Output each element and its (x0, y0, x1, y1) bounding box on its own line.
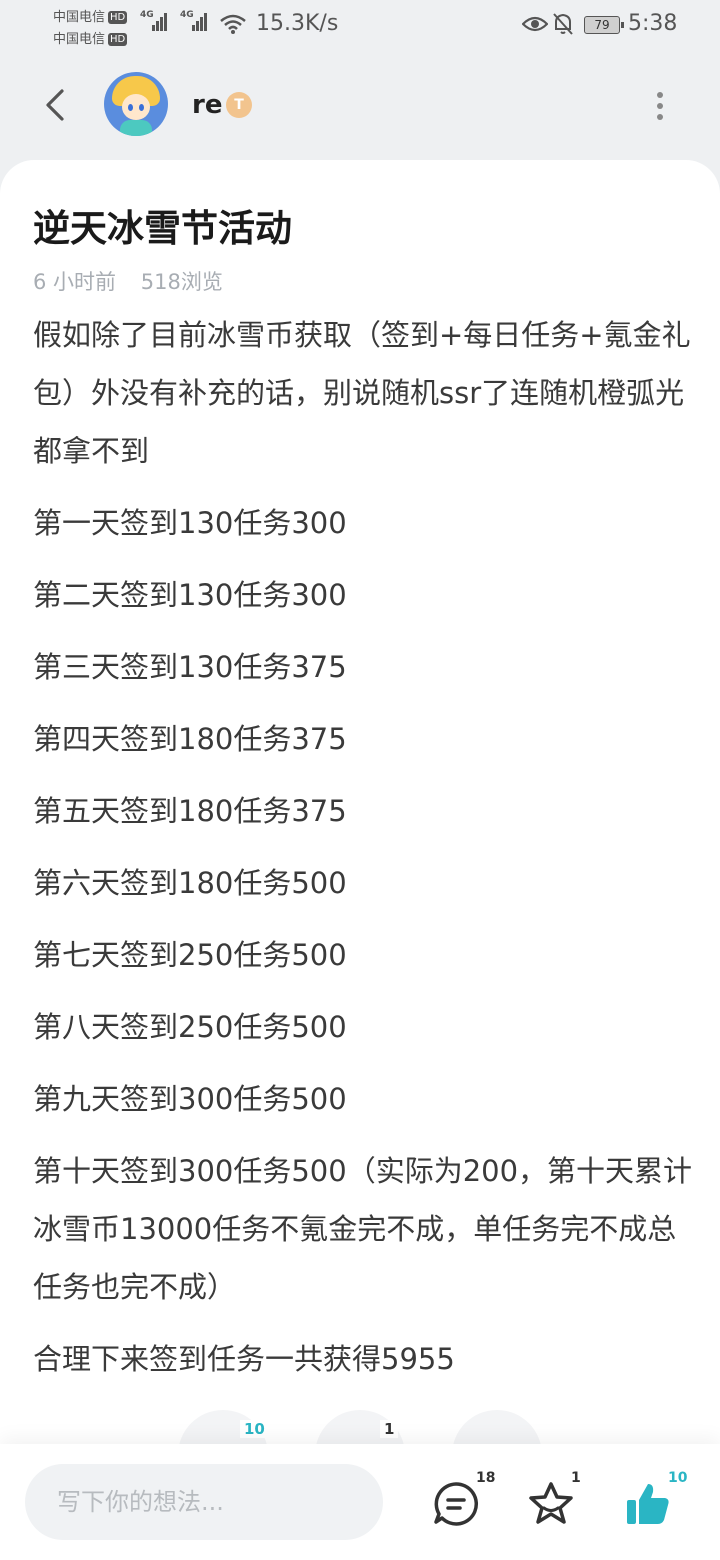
paragraph: 第一天签到130任务300 (33, 506, 347, 540)
username[interactable]: re (192, 90, 222, 120)
post-content: 假如除了目前冰雪币获取（签到+每日任务+氪金礼包）外没有补充的话，别说随机ssr… (33, 306, 693, 1402)
comment-input[interactable] (25, 1464, 383, 1540)
paragraph: 第四天签到180任务375 (33, 722, 347, 756)
favorite-star-icon[interactable] (527, 1480, 575, 1528)
paragraph: 第五天签到180任务375 (33, 794, 347, 828)
like-count: 10 (668, 1470, 688, 1486)
paragraph: 假如除了目前冰雪币获取（签到+每日任务+氪金礼包）外没有补充的话，别说随机ssr… (33, 318, 691, 468)
carrier-2: 中国电信 HD (53, 28, 128, 47)
wifi-icon (220, 14, 246, 34)
paragraph: 第六天签到180任务500 (33, 866, 347, 900)
carrier-1: 中国电信 HD (53, 6, 128, 25)
comment-icon[interactable] (432, 1480, 480, 1528)
paragraph: 第三天签到130任务375 (33, 650, 347, 684)
post-meta: 6 小时前 518浏览 (33, 266, 223, 296)
inline-favorite-count: 1 (380, 1420, 399, 1438)
carrier-2-label: 中国电信 (53, 32, 106, 47)
post-views: 518浏览 (140, 270, 223, 294)
paragraph: 第八天签到250任务500 (33, 1010, 347, 1044)
clock: 5:38 (628, 11, 678, 36)
user-level-badge: T (226, 92, 252, 118)
paragraph: 第九天签到300任务500 (33, 1082, 347, 1116)
post-card: 逆天冰雪节活动 6 小时前 518浏览 假如除了目前冰雪币获取（签到+每日任务+… (0, 160, 720, 1500)
network-speed: 15.3K/s (256, 11, 339, 36)
bottom-action-bar: 18 1 10 (0, 1444, 720, 1560)
post-time: 6 小时前 (33, 270, 117, 294)
back-arrow-icon[interactable] (40, 88, 70, 122)
paragraph: 第十天签到300任务500（实际为200，第十天累计冰雪币13000任务不氪金完… (33, 1154, 693, 1304)
battery-indicator: 79 (584, 16, 624, 34)
post-title: 逆天冰雪节活动 (33, 207, 292, 250)
status-bar: 中国电信 HD 中国电信 HD 4G 4G 15.3K/s 79 5:38 (0, 0, 720, 50)
post-header: re T (0, 60, 720, 150)
eye-icon (522, 16, 548, 32)
favorite-count: 1 (571, 1470, 581, 1486)
signal-icon-2 (192, 12, 208, 31)
comment-count: 18 (476, 1470, 496, 1486)
carrier-1-label: 中国电信 (53, 10, 106, 25)
mute-bell-icon (553, 13, 573, 35)
inline-like-count: 10 (240, 1420, 269, 1438)
more-options-icon[interactable] (652, 92, 668, 122)
thumbs-up-icon[interactable] (624, 1480, 672, 1528)
avatar[interactable] (104, 72, 168, 136)
paragraph: 第七天签到250任务500 (33, 938, 347, 972)
paragraph: 第二天签到130任务300 (33, 578, 347, 612)
signal-icon (152, 12, 168, 31)
paragraph: 合理下来签到任务一共获得5955 (33, 1342, 455, 1376)
hd-badge-2: HD (108, 33, 128, 46)
hd-badge: HD (108, 11, 128, 24)
